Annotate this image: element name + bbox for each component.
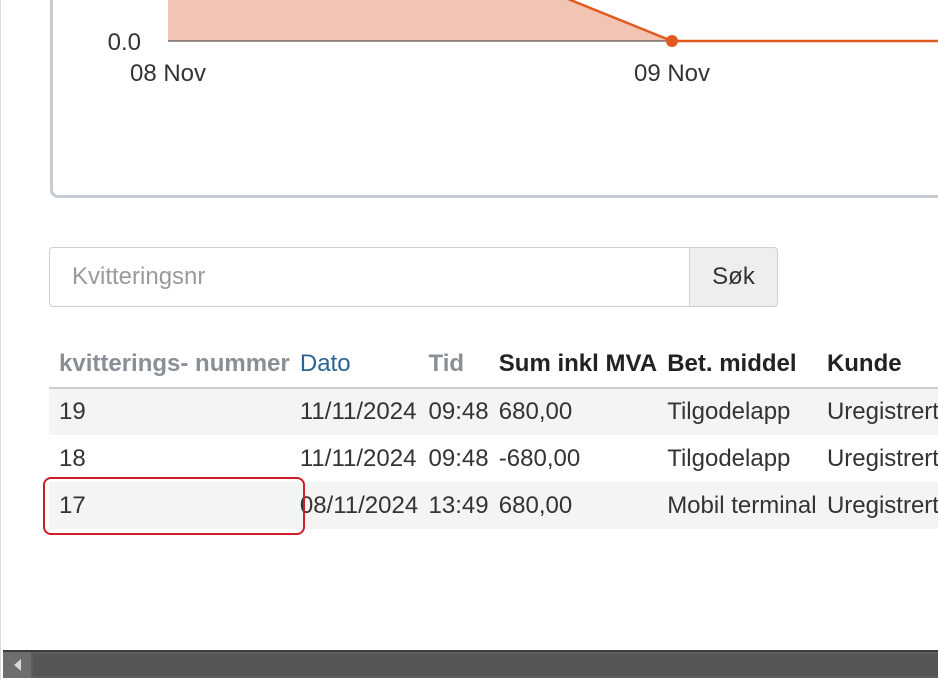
- table-header-row: kvitterings- nummer Dato Tid Sum inkl MV…: [49, 340, 938, 389]
- cell-customer: Uregistrert: [816, 435, 938, 482]
- cell-receipt-number: 19: [49, 388, 290, 435]
- receipts-table-wrap: kvitterings- nummer Dato Tid Sum inkl MV…: [49, 340, 938, 529]
- column-header-time[interactable]: Tid: [418, 340, 489, 389]
- search-button[interactable]: Søk: [689, 247, 778, 307]
- x-tick-label: 09 Nov: [634, 60, 710, 87]
- cell-date: 11/11/2024: [289, 388, 419, 435]
- chart-data-point: [666, 35, 678, 47]
- column-header-date[interactable]: Dato: [289, 340, 419, 389]
- page: 0.0 08 Nov 09 Nov Søk kvitterings- nummer …: [0, 0, 938, 680]
- cell-time: 09:48: [418, 435, 489, 482]
- cell-customer: Uregistrert: [816, 388, 938, 435]
- cell-receipt-number: 17: [49, 482, 290, 529]
- horizontal-scrollbar[interactable]: [3, 650, 938, 678]
- receipts-table: kvitterings- nummer Dato Tid Sum inkl MV…: [49, 340, 938, 529]
- x-tick-label: 08 Nov: [130, 60, 206, 87]
- chart-panel: 0.0 08 Nov 09 Nov: [50, 0, 938, 198]
- scrollbar-thumb[interactable]: [33, 654, 938, 676]
- cell-payment-method: Tilgodelapp: [657, 388, 817, 435]
- scroll-left-arrow-icon[interactable]: [3, 652, 31, 678]
- column-header-payment-method[interactable]: Bet. middel: [657, 340, 817, 389]
- cell-sum: 680,00: [488, 482, 658, 529]
- cell-receipt-number: 18: [49, 435, 290, 482]
- column-header-sum[interactable]: Sum inkl MVA: [488, 340, 658, 389]
- column-header-customer[interactable]: Kunde: [816, 340, 938, 389]
- cell-time: 13:49: [418, 482, 489, 529]
- table-row[interactable]: 18 11/11/2024 09:48 -680,00 Tilgodelapp …: [49, 435, 938, 482]
- column-header-receipt-number[interactable]: kvitterings- nummer: [49, 340, 290, 389]
- search-bar: Søk: [49, 247, 778, 307]
- cell-payment-method: Tilgodelapp: [657, 435, 817, 482]
- chart: 0.0 08 Nov 09 Nov: [108, 0, 938, 87]
- table-row[interactable]: 19 11/11/2024 09:48 680,00 Tilgodelapp U…: [49, 388, 938, 435]
- cell-sum: -680,00: [488, 435, 658, 482]
- cell-date: 11/11/2024: [289, 435, 419, 482]
- cell-sum: 680,00: [488, 388, 658, 435]
- y-tick-label: 0.0: [108, 29, 141, 56]
- receipt-number-input[interactable]: [49, 247, 689, 307]
- cell-date: 08/11/2024: [289, 482, 419, 529]
- chart-area-fill: [168, 0, 672, 41]
- cell-customer: Uregistrert: [816, 482, 938, 529]
- table-row[interactable]: 17 08/11/2024 13:49 680,00 Mobil termina…: [49, 482, 938, 529]
- cell-payment-method: Mobil terminal: [657, 482, 817, 529]
- cell-time: 09:48: [418, 388, 489, 435]
